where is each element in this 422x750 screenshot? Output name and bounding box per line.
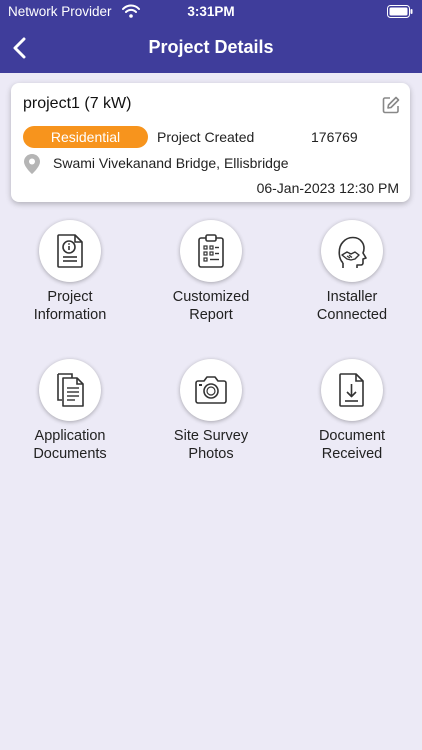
tile-project-information[interactable]: Project Information — [0, 220, 140, 324]
handshake-person-icon — [338, 236, 367, 268]
tile-icon-circle — [321, 359, 383, 421]
edit-icon[interactable] — [382, 96, 400, 114]
category-badge: Residential — [23, 126, 148, 148]
tile-label: Customized Report — [172, 289, 250, 323]
tile-icon-circle — [321, 220, 383, 282]
tile-installer-connected[interactable]: Installer Connected — [282, 220, 422, 324]
project-address: Swami Vivekanand Bridge, Ellisbridge — [53, 155, 289, 171]
tile-icon-circle — [39, 220, 101, 282]
app-header: Network Provider 3:31PM Project Details — [0, 0, 422, 73]
battery-icon — [387, 5, 413, 18]
project-id: 176769 — [311, 129, 358, 145]
tile-label: Site Survey Photos — [173, 428, 249, 462]
info-document-icon — [57, 234, 83, 268]
tile-label: Installer Connected — [316, 289, 388, 323]
tile-icon-circle — [180, 220, 242, 282]
tile-document-received[interactable]: Document Received — [282, 359, 422, 463]
tile-icon-circle — [180, 359, 242, 421]
tile-label: Document Received — [318, 428, 386, 462]
download-document-icon — [339, 373, 364, 407]
documents-stack-icon — [57, 373, 84, 407]
tile-label: Project Information — [33, 289, 107, 323]
project-card[interactable]: project1 (7 kW) Residential Project Crea… — [11, 83, 410, 202]
tile-icon-circle — [39, 359, 101, 421]
project-name: project1 (7 kW) — [23, 95, 132, 112]
page-title: Project Details — [148, 37, 274, 57]
camera-icon — [195, 376, 227, 404]
project-date: 06-Jan-2023 12:30 PM — [256, 180, 399, 196]
clipboard-checklist-icon — [198, 234, 224, 268]
clock: 3:31PM — [187, 4, 235, 19]
tile-label: Application Documents — [33, 428, 107, 462]
tile-application-documents[interactable]: Application Documents — [0, 359, 140, 463]
location-pin-icon — [24, 154, 40, 174]
tile-customized-report[interactable]: Customized Report — [141, 220, 281, 324]
status-bar: Network Provider 3:31PM — [0, 0, 422, 24]
project-status: Project Created — [157, 129, 255, 145]
tile-site-survey-photos[interactable]: Site Survey Photos — [141, 359, 281, 463]
